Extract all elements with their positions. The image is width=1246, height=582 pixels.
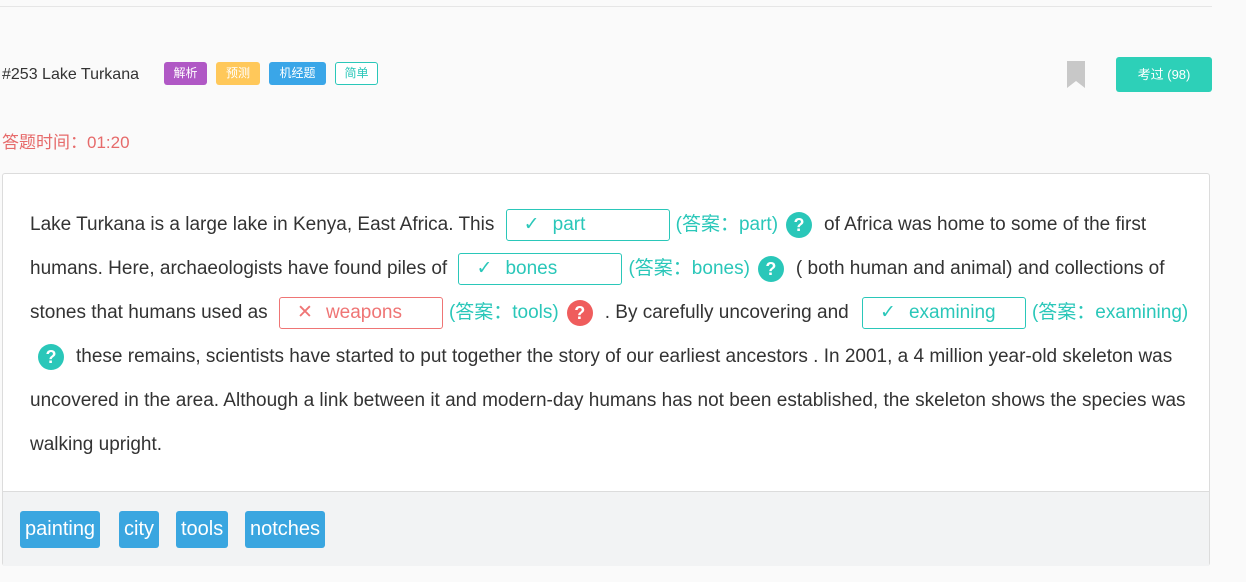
answer-label: (答案：tools) — [448, 302, 559, 324]
answer-label: (答案：bones) — [628, 258, 750, 280]
top-divider — [0, 6, 1212, 7]
tag-recalled[interactable]: 机经题 — [269, 62, 326, 85]
blank-1[interactable]: ✓ part — [505, 209, 670, 241]
blank-3[interactable]: ✕ weapons — [278, 297, 443, 330]
options-bar: painting city tools notches — [3, 491, 1209, 566]
bookmark-icon[interactable] — [1067, 61, 1085, 88]
option-city[interactable]: city — [119, 511, 159, 548]
blank-value: examining — [908, 302, 996, 324]
blank-2[interactable]: ✓ bones — [458, 253, 623, 286]
check-icon: ✓ — [476, 258, 493, 280]
help-icon[interactable]: ? — [757, 256, 784, 283]
help-icon[interactable]: ? — [38, 344, 64, 371]
check-icon: ✓ — [523, 214, 540, 235]
blank-4[interactable]: ✓ examining — [861, 297, 1026, 330]
passage-segment: . By carefully uncovering and — [604, 302, 849, 324]
check-icon: ✓ — [880, 302, 896, 324]
option-notches[interactable]: notches — [245, 511, 326, 548]
passage-panel: Lake Turkana is a large lake in Kenya, E… — [2, 173, 1210, 566]
passage-segment: Lake Turkana is a large lake in Kenya, E… — [30, 214, 495, 235]
passage-segment: these remains, scientists have started t… — [30, 346, 1186, 456]
blank-value: bones — [505, 258, 558, 280]
taken-count-button[interactable]: 考过 (98) — [1116, 57, 1212, 92]
answer-label: (答案：part) — [675, 214, 779, 235]
tag-difficulty: 简单 — [335, 62, 378, 85]
cross-icon: ✕ — [296, 302, 313, 324]
help-icon[interactable]: ? — [786, 212, 813, 238]
help-icon[interactable]: ? — [566, 300, 593, 327]
blank-value: weapons — [325, 302, 402, 324]
option-painting[interactable]: painting — [20, 511, 101, 548]
blank-value: part — [552, 214, 586, 235]
question-title: #253 Lake Turkana — [2, 66, 139, 83]
tag-analysis[interactable]: 解析 — [164, 62, 207, 85]
answer-timer: 答题时间：01:20 — [2, 133, 130, 152]
question-header: #253 Lake Turkana 解析 预测 机经题 简单 考过 (98) — [0, 57, 1212, 93]
answer-label: (答案：examining) — [1031, 302, 1189, 324]
option-tools[interactable]: tools — [176, 511, 229, 548]
passage-text: Lake Turkana is a large lake in Kenya, E… — [30, 203, 1190, 467]
tag-prediction[interactable]: 预测 — [216, 62, 260, 85]
